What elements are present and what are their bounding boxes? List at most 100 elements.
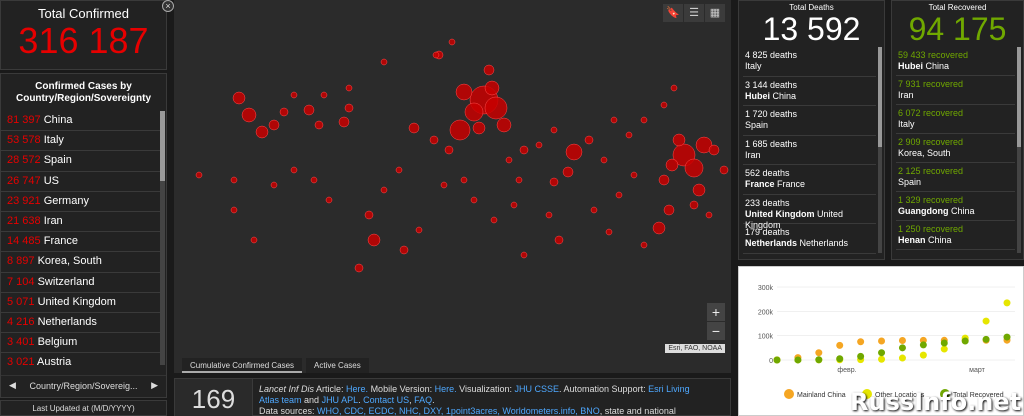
case-bubble[interactable] (268, 119, 280, 131)
case-bubble[interactable] (464, 102, 484, 122)
case-bubble[interactable] (250, 236, 258, 244)
case-row[interactable]: 3 401 Belgium (1, 333, 161, 354)
case-bubble[interactable] (663, 204, 675, 216)
legend-label[interactable]: Mainland China (797, 392, 846, 399)
map-canvas[interactable] (174, 0, 731, 355)
tab-cumulative-confirmed[interactable]: Cumulative Confirmed Cases (182, 358, 303, 373)
link-sources[interactable]: WHO, CDC, ECDC, NHC, DXY, 1point3acres, … (317, 406, 600, 416)
case-bubble[interactable] (367, 233, 381, 247)
case-bubble[interactable] (449, 119, 471, 141)
recovered-row[interactable]: 2 125 recovered Spain (896, 163, 1015, 192)
case-row[interactable]: 26 747 US (1, 172, 161, 192)
case-row[interactable]: 3 021 Austria (1, 353, 161, 365)
case-bubble[interactable] (395, 166, 403, 174)
case-bubble[interactable] (640, 116, 648, 124)
recovered-row[interactable]: 7 931 recovered Iran (896, 76, 1015, 105)
deaths-row[interactable]: 179 deaths Netherlands Netherlands (743, 224, 876, 254)
case-bubble[interactable] (562, 166, 574, 178)
case-bubble[interactable] (490, 216, 498, 224)
case-bubble[interactable] (448, 38, 456, 46)
case-bubble[interactable] (460, 176, 468, 184)
zoom-in-button[interactable]: + (707, 303, 725, 321)
link-contact[interactable]: Contact US (363, 395, 409, 405)
case-bubble[interactable] (415, 226, 423, 234)
case-bubble[interactable] (719, 165, 729, 175)
case-row[interactable]: 4 216 Netherlands (1, 313, 161, 334)
link-mobile[interactable]: Here. (435, 384, 457, 394)
deaths-row[interactable]: 562 deaths France France (743, 165, 876, 195)
case-bubble[interactable] (615, 191, 623, 199)
case-row[interactable]: 14 485 France (1, 232, 161, 253)
case-bubble[interactable] (545, 211, 553, 219)
link-jhu-csse[interactable]: JHU CSSE (515, 384, 560, 394)
case-bubble[interactable] (472, 121, 486, 135)
case-bubble[interactable] (549, 177, 559, 187)
case-row[interactable]: 5 071 United Kingdom (1, 293, 161, 313)
tab-active-cases[interactable]: Active Cases (306, 358, 369, 373)
case-bubble[interactable] (496, 117, 512, 133)
case-bubble[interactable] (408, 122, 420, 134)
list-icon[interactable]: ☰ (684, 4, 704, 22)
case-row[interactable]: 21 638 Iran (1, 212, 161, 233)
case-bubble[interactable] (270, 181, 278, 189)
case-bubble[interactable] (325, 196, 333, 204)
case-bubble[interactable] (610, 116, 618, 124)
case-bubble[interactable] (444, 145, 454, 155)
case-bubble[interactable] (630, 171, 638, 179)
case-bubble[interactable] (565, 143, 583, 161)
chevron-left-icon[interactable]: ◀ (9, 380, 16, 391)
case-bubble[interactable] (660, 101, 668, 109)
case-bubble[interactable] (399, 245, 409, 255)
case-bubble[interactable] (658, 174, 670, 186)
case-bubble[interactable] (625, 131, 633, 139)
recovered-scrollbar[interactable] (1017, 47, 1021, 253)
cases-scrollbar[interactable] (160, 111, 165, 365)
case-bubble[interactable] (303, 104, 315, 116)
recovered-row[interactable]: 6 072 recovered Italy (896, 105, 1015, 134)
recovered-row[interactable]: 1 329 recovered Guangdong China (896, 192, 1015, 221)
case-bubble[interactable] (640, 241, 648, 249)
deaths-row[interactable]: 1 685 deaths Iran (743, 136, 876, 165)
world-map[interactable]: 🔖 ☰ ▦ + − Esri, FAO, NOAA Cumulative Con… (174, 0, 731, 373)
case-row[interactable]: 8 897 Korea, South (1, 252, 161, 273)
recovered-row[interactable]: 2 909 recovered Korea, South (896, 134, 1015, 163)
case-bubble[interactable] (584, 135, 594, 145)
case-bubble[interactable] (484, 80, 500, 96)
case-bubble[interactable] (705, 211, 713, 219)
case-bubble[interactable] (515, 176, 523, 184)
case-bubble[interactable] (338, 116, 350, 128)
case-bubble[interactable] (484, 96, 508, 120)
case-bubble[interactable] (241, 107, 257, 123)
case-bubble[interactable] (554, 235, 564, 245)
case-bubble[interactable] (310, 176, 318, 184)
deaths-row[interactable]: 3 144 deaths Hubei China (743, 77, 876, 106)
case-bubble[interactable] (290, 91, 298, 99)
deaths-scrollbar[interactable] (878, 47, 882, 253)
case-bubble[interactable] (195, 171, 203, 179)
bookmark-icon[interactable]: 🔖 (663, 4, 683, 22)
link-faq[interactable]: FAQ (414, 395, 432, 405)
case-bubble[interactable] (550, 126, 558, 134)
deaths-row[interactable]: 4 825 deaths Italy (743, 47, 876, 77)
case-bubble[interactable] (590, 206, 598, 214)
zoom-out-button[interactable]: − (707, 322, 725, 340)
case-row[interactable]: 23 921 Germany (1, 192, 161, 212)
case-bubble[interactable] (483, 64, 495, 76)
case-bubble[interactable] (672, 133, 686, 147)
case-bubble[interactable] (510, 201, 518, 209)
case-bubble[interactable] (314, 120, 324, 130)
case-bubble[interactable] (232, 91, 246, 105)
recovered-row[interactable]: 1 250 recovered Henan China (896, 221, 1015, 250)
case-bubble[interactable] (429, 135, 439, 145)
case-bubble[interactable] (354, 263, 364, 273)
case-bubble[interactable] (600, 156, 608, 164)
case-bubble[interactable] (665, 158, 679, 172)
case-bubble[interactable] (230, 206, 238, 214)
cases-nav-label[interactable]: Country/Region/Sovereig... (29, 381, 137, 391)
case-bubble[interactable] (670, 84, 678, 92)
case-bubble[interactable] (380, 58, 388, 66)
case-bubble[interactable] (290, 166, 298, 174)
case-bubble[interactable] (432, 51, 440, 59)
case-bubble[interactable] (520, 251, 528, 259)
case-bubble[interactable] (344, 103, 354, 113)
